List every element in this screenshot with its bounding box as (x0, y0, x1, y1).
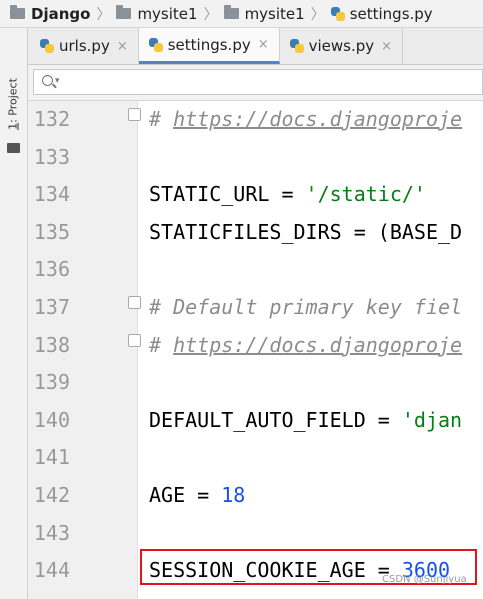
line-number: 138 (33, 332, 70, 357)
tab-views-py[interactable]: views.py × (280, 28, 404, 64)
tab-label: views.py (308, 37, 375, 55)
code-line: 132 # https://docs.djangoproje (0, 101, 483, 139)
breadcrumb-item-mysite1[interactable]: mysite1 (116, 5, 198, 23)
line-number: 139 (33, 370, 70, 395)
line-number: 144 (33, 558, 70, 583)
code-line: 143 (0, 515, 483, 553)
search-icon[interactable] (42, 75, 53, 86)
search-bar: ▾ (28, 65, 483, 101)
code-line: 142 AGE = 18 (0, 477, 483, 515)
tab-settings-py[interactable]: settings.py × (138, 28, 280, 64)
breadcrumb-item-django[interactable]: Django (10, 5, 90, 23)
python-file-icon (40, 39, 54, 53)
chevron-right-icon: 〉 (96, 6, 111, 23)
chevron-right-icon: 〉 (203, 6, 218, 23)
line-number: 134 (33, 182, 70, 207)
code-line: 135 STATICFILES_DIRS = (BASE_D (0, 214, 483, 252)
line-number: 133 (33, 144, 70, 169)
editor-tabs: urls.py × settings.py × views.py × (28, 28, 483, 65)
chevron-right-icon: 〉 (310, 6, 325, 23)
url-link[interactable]: https://docs.djangoproje (173, 333, 462, 357)
code-line: 140 DEFAULT_AUTO_FIELD = 'djan (0, 402, 483, 440)
code-text: AGE = 18 (149, 483, 246, 507)
code-text: STATICFILES_DIRS = (BASE_D (149, 219, 463, 244)
folder-icon (223, 5, 239, 19)
code-line: 133 (0, 139, 483, 177)
python-file-icon (289, 39, 304, 53)
code-line: 134 STATIC_URL = '/static/' (0, 176, 483, 214)
tab-label: settings.py (167, 35, 251, 54)
close-icon[interactable]: × (381, 39, 392, 54)
search-box: ▾ (33, 69, 483, 95)
breadcrumb-item-settings[interactable]: settings.py (330, 5, 433, 23)
tab-urls-py[interactable]: urls.py × (28, 28, 139, 64)
code-text: STATIC_URL = '/static/' (149, 182, 426, 207)
python-file-icon (148, 37, 163, 52)
breadcrumb-item-mysite1-inner[interactable]: mysite1 (223, 5, 305, 23)
close-icon[interactable]: × (258, 37, 269, 52)
line-number: 137 (33, 295, 70, 319)
search-input[interactable] (64, 70, 468, 94)
code-text: # https://docs.djangoproje (149, 107, 463, 131)
code-line: 136 (0, 251, 483, 289)
folder-icon (116, 5, 132, 19)
code-text: # https://docs.djangoproje (149, 332, 463, 357)
fold-icon[interactable] (128, 333, 141, 347)
line-number: 142 (33, 483, 70, 507)
code-line: 141 (0, 439, 483, 477)
line-number: 143 (33, 520, 70, 545)
code-text: DEFAULT_AUTO_FIELD = 'djan (149, 407, 463, 432)
line-number: 140 (33, 407, 70, 432)
url-link[interactable]: https://docs.djangoproje (173, 107, 462, 131)
code-line: 137 # Default primary key fiel (0, 289, 483, 327)
chevron-down-icon[interactable]: ▾ (55, 76, 60, 86)
fold-icon[interactable] (128, 296, 141, 309)
code-line: 139 (0, 364, 483, 402)
code-text: # Default primary key fiel (149, 295, 463, 319)
watermark: CSDN @Sunjiyua (382, 574, 467, 585)
code-line: 138 # https://docs.djangoproje (0, 327, 483, 365)
python-file-icon (330, 6, 345, 21)
line-number: 136 (33, 257, 70, 282)
fold-icon[interactable] (128, 108, 141, 121)
tab-label: urls.py (59, 37, 110, 55)
line-number: 135 (33, 219, 70, 244)
breadcrumb: Django 〉 mysite1 〉 mysite1 〉 settings.py (0, 0, 483, 28)
folder-icon (10, 5, 25, 19)
line-number: 141 (33, 445, 70, 470)
close-icon[interactable]: × (117, 39, 128, 54)
line-number: 132 (33, 107, 70, 131)
